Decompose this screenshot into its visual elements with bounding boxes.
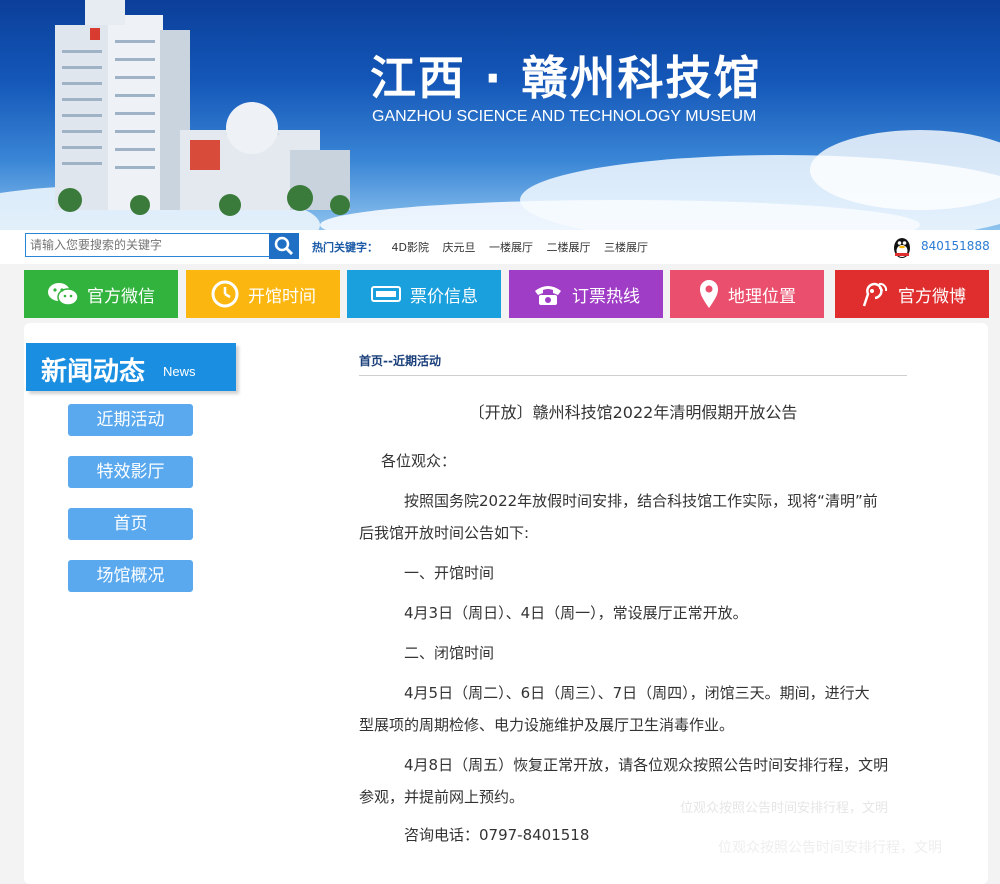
- nav-opening-hours[interactable]: 开馆时间: [186, 270, 340, 318]
- watermark-text: 位观众按照公告时间安排行程，文明: [680, 801, 889, 816]
- article-paragraph: 型展项的周期检修、电力设施维护及展厅卫生消毒作业。: [359, 716, 735, 734]
- nav-label: 官方微信: [87, 286, 155, 307]
- phone-icon: [535, 286, 561, 305]
- nav-location[interactable]: 地理位置: [670, 270, 824, 318]
- sidebar-title-en: News: [163, 364, 196, 379]
- nav-label: 订票热线: [572, 286, 640, 307]
- hot-keyword-link[interactable]: 4D影院: [392, 241, 429, 254]
- hot-keyword-link[interactable]: 一楼展厅: [489, 241, 533, 254]
- article-paragraph: 参观，并提前网上预约。: [359, 788, 525, 806]
- museum-subtitle: GANZHOU SCIENCE AND TECHNOLOGY MUSEUM: [372, 108, 757, 125]
- article-title: 〔开放〕赣州科技馆2022年清明假期开放公告: [468, 403, 798, 422]
- hot-keyword-link[interactable]: 庆元旦: [442, 241, 475, 254]
- article-heading: 二、闭馆时间: [404, 644, 495, 662]
- sidebar-item-special-cinema[interactable]: 特效影厅: [68, 456, 193, 488]
- nav-ticket-price[interactable]: 票价信息: [347, 270, 501, 318]
- qq-number[interactable]: 840151888: [921, 239, 990, 253]
- hot-keyword-link[interactable]: 三楼展厅: [604, 241, 648, 254]
- ticket-icon: [371, 286, 401, 302]
- contact-phone: 咨询电话：0797-8401518: [404, 826, 590, 844]
- search-input[interactable]: [25, 233, 269, 257]
- sidebar-title: 新闻动态: [41, 357, 146, 387]
- nav-label: 官方微博: [898, 286, 966, 307]
- header-banner: 江西 · 赣州科技馆 GANZHOU SCIENCE AND TECHNOLOG…: [0, 0, 1000, 230]
- hot-keywords: 热门关键字： 4D影院 庆元旦 一楼展厅 二楼展厅 三楼展厅: [312, 239, 648, 255]
- article-greeting: 各位观众：: [381, 452, 457, 470]
- nav-weibo[interactable]: 官方微博: [835, 270, 989, 318]
- hot-keywords-label: 热门关键字：: [312, 241, 378, 254]
- sidebar-header: 新闻动态 News: [26, 343, 236, 391]
- search-button[interactable]: [269, 233, 299, 259]
- sidebar-item-venue-overview[interactable]: 场馆概况: [68, 560, 193, 592]
- nav-label: 开馆时间: [248, 286, 316, 307]
- wechat-icon: [48, 283, 79, 306]
- search-icon: [274, 236, 294, 256]
- article-paragraph: 后我馆开放时间公告如下:: [359, 524, 530, 542]
- article-paragraph: 4月5日（周二）、6日（周三）、7日（周四），闭馆三天。期间，进行大: [404, 684, 870, 702]
- museum-title: 江西 · 赣州科技馆: [370, 51, 762, 105]
- search-bar: 热门关键字： 4D影院 庆元旦 一楼展厅 二楼展厅 三楼展厅 840151888: [0, 230, 1000, 264]
- sidebar-item-recent-activities[interactable]: 近期活动: [68, 404, 193, 436]
- weibo-icon: [862, 282, 888, 307]
- nav-label: 票价信息: [410, 286, 478, 307]
- article-heading: 一、开馆时间: [404, 564, 495, 582]
- main-nav: 官方微信 开馆时间 票价信息 订票热线 地理位置 官方微博: [24, 270, 990, 318]
- breadcrumb[interactable]: 首页--近期活动: [359, 352, 441, 369]
- qq-penguin-icon[interactable]: [890, 234, 914, 264]
- article-paragraph: 按照国务院2022年放假时间安排，结合科技馆工作实际，现将“清明”前: [404, 492, 878, 510]
- nav-wechat[interactable]: 官方微信: [24, 270, 178, 318]
- location-pin-icon: [700, 280, 718, 308]
- nav-booking-hotline[interactable]: 订票热线: [509, 270, 663, 318]
- nav-label: 地理位置: [728, 286, 796, 307]
- article-paragraph: 4月3日（周日）、4日（周一），常设展厅正常开放。: [404, 604, 748, 622]
- hot-keyword-link[interactable]: 二楼展厅: [546, 241, 590, 254]
- watermark-text: 位观众按照公告时间安排行程，文明: [718, 840, 942, 856]
- article-paragraph: 4月8日（周五）恢复正常开放，请各位观众按照公告时间安排行程，文明: [404, 756, 889, 774]
- sidebar-item-home[interactable]: 首页: [68, 508, 193, 540]
- breadcrumb-divider: [359, 375, 907, 376]
- clock-icon: [211, 280, 239, 308]
